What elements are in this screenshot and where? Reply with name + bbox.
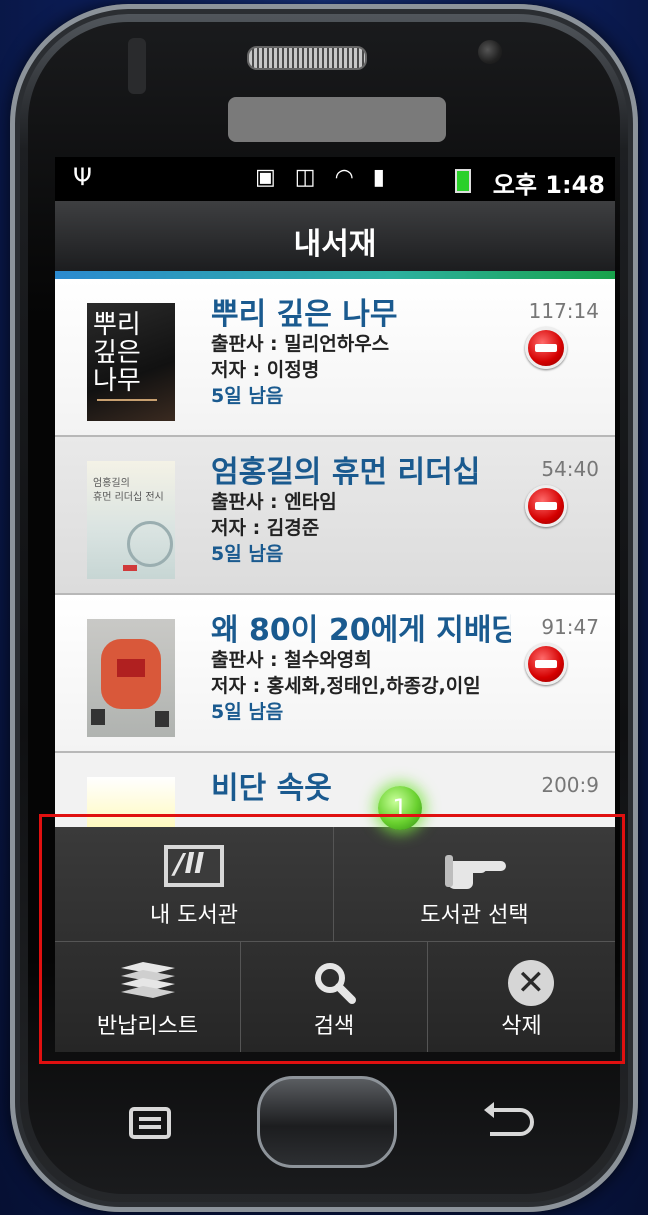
book-author: 저자 : 김경준 [211,517,320,539]
book-publisher: 출판사 : 밀리언하우스 [211,333,390,355]
book-publisher: 출판사 : 철수와영희 [211,649,372,671]
book-due: 5일 남음 [211,701,284,723]
usb-icon: Ψ [73,163,92,191]
notification-icon: ▣ [255,165,282,190]
highlight-box [39,814,625,1064]
earpiece-speaker [247,46,367,70]
book-duration: 91:47 [541,615,599,639]
status-icons: ▣ ◫ ◠ ▮ [255,165,391,190]
book-duration: 54:40 [541,457,599,481]
book-due: 5일 남음 [211,385,284,407]
book-author: 저자 : 이정명 [211,359,320,381]
accent-stripe [55,271,615,279]
battery-icon [455,169,471,193]
book-title: 비단 속옷 [211,771,332,806]
book-cover [87,619,175,737]
signal-icon: ▮ [372,165,391,190]
book-item[interactable]: 엄홍길의 휴먼 리더십 전시 엄홍길의 휴먼 리더십 출판사 : 엔타임 저자 :… [55,437,615,595]
book-title: 엄홍길의 휴먼 리더십 [211,455,481,490]
book-author: 저자 : 홍세화,정태인,하종강,이읻 [211,675,481,697]
book-title: 뿌리 깊은 나무 [211,297,398,332]
title-bar: 내서재 [55,201,615,271]
remove-circle-icon[interactable] [525,643,567,685]
menu-key-icon[interactable] [125,1105,175,1141]
back-key-icon[interactable] [478,1100,538,1144]
book-cover: 뿌리 깊은 나무 [87,303,175,421]
book-due: 5일 남음 [211,543,284,565]
front-camera [478,40,502,64]
status-time: 오후 1:48 [492,171,605,199]
status-bar: Ψ ▣ ◫ ◠ ▮ 오후 1:48 [55,157,615,201]
wifi-icon: ◠ [334,165,360,190]
proximity-sensor [128,38,146,94]
book-item[interactable]: 왜 80이 20에게 지배당 출판사 : 철수와영희 저자 : 홍세화,정태인,… [55,595,615,753]
page-title: 내서재 [293,227,377,262]
book-item[interactable]: 뿌리 깊은 나무 뿌리 깊은 나무 출판사 : 밀리언하우스 저자 : 이정명 5일… [55,279,615,437]
book-cover: 엄홍길의 휴먼 리더십 전시 [87,461,175,579]
book-title: 왜 80이 20에게 지배당 [211,613,511,648]
brand-plate [228,97,446,142]
home-button[interactable] [257,1076,397,1168]
remove-circle-icon[interactable] [525,327,567,369]
book-publisher: 출판사 : 엔타임 [211,491,337,513]
vibrate-icon: ◫ [294,165,322,190]
book-duration: 200:9 [541,773,599,797]
book-duration: 117:14 [528,299,599,323]
remove-circle-icon[interactable] [525,485,567,527]
